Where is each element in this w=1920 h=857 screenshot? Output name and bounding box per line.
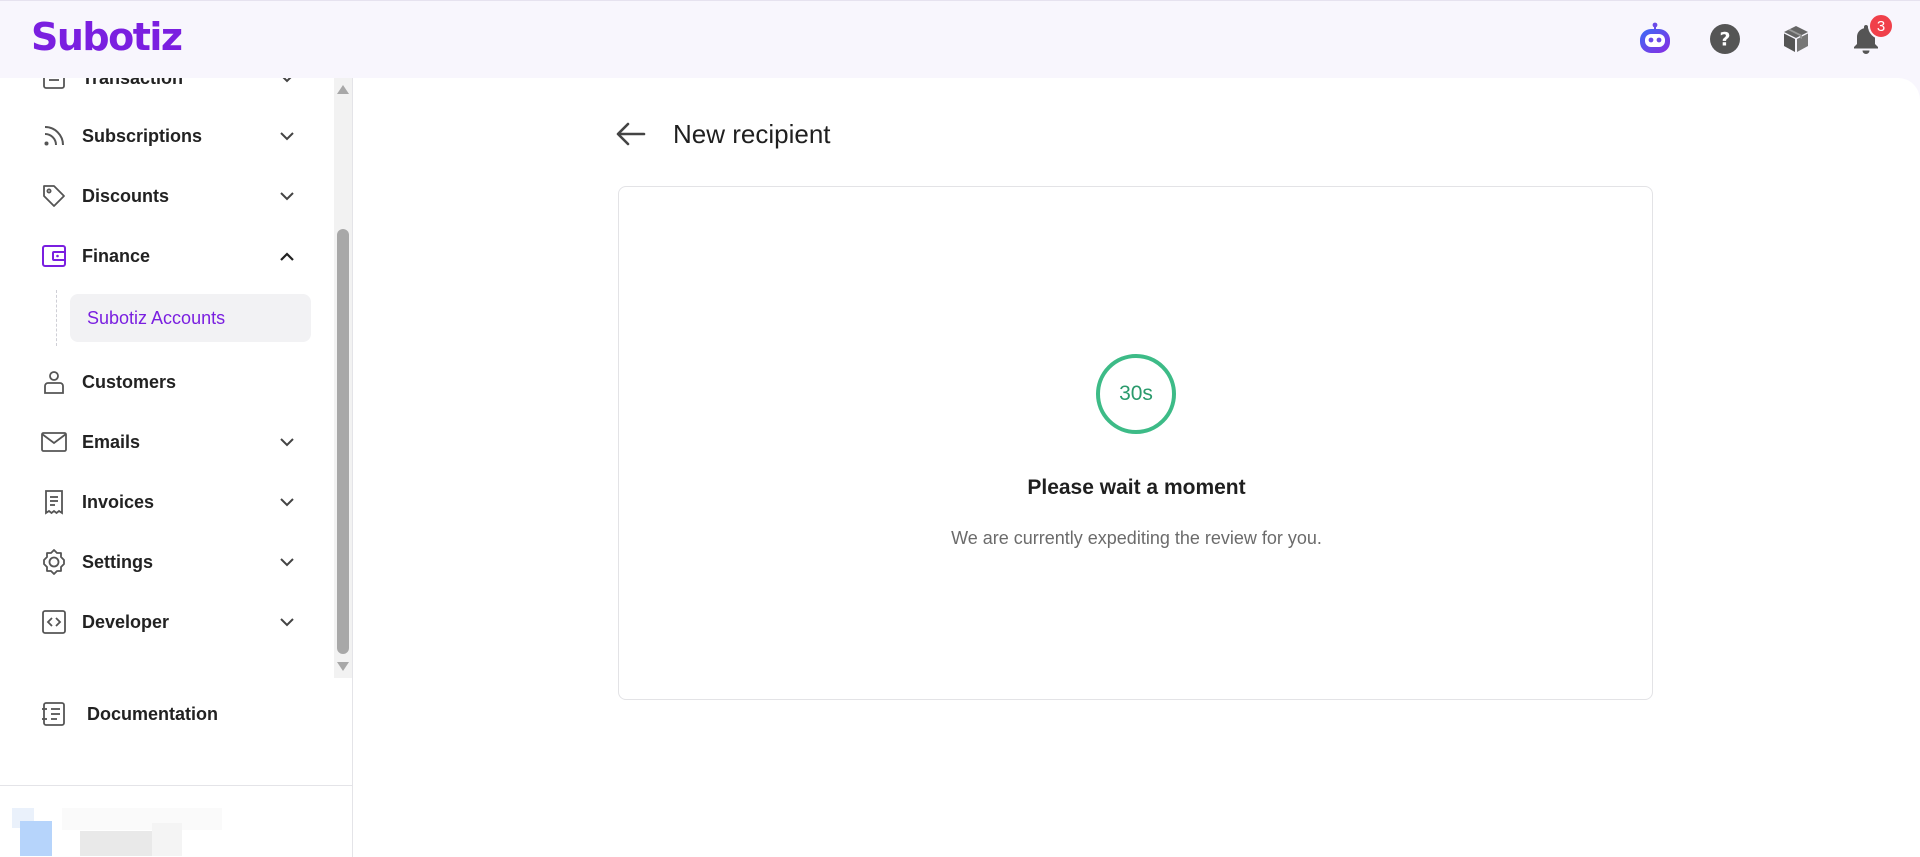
sidebar-item-subscriptions[interactable]: Subscriptions (0, 112, 330, 160)
sidebar-scrollbar[interactable] (334, 78, 352, 678)
sidebar-item-label: Emails (82, 431, 141, 452)
wait-description: We are currently expediting the review f… (951, 528, 1322, 548)
wait-title: Please wait a moment (1027, 476, 1246, 499)
sidebar-divider (0, 785, 352, 786)
sidebar-subitem-subotiz-accounts[interactable]: Subotiz Accounts (70, 294, 311, 342)
chevron-down-icon (278, 553, 296, 571)
sidebar-item-label: Developer (82, 611, 170, 632)
sidebar-item-label: Discounts (82, 185, 170, 206)
review-status-card: 30s Please wait a moment We are currentl… (618, 186, 1653, 700)
chevron-up-icon (278, 247, 296, 265)
page-title: New recipient (673, 119, 831, 149)
sidebar-item-developer[interactable]: Developer (0, 598, 330, 646)
scrollbar-thumb[interactable] (337, 229, 349, 654)
help-icon[interactable]: ? (1707, 21, 1743, 57)
sidebar-item-label: Finance (82, 245, 151, 266)
chevron-down-icon (278, 493, 296, 511)
sidebar-item-label: Documentation (87, 703, 219, 724)
sidebar-item-settings[interactable]: Settings (0, 538, 330, 586)
wallet-icon (40, 242, 68, 270)
chevron-down-icon (278, 127, 296, 145)
chevron-down-icon (278, 613, 296, 631)
docs-icon (40, 700, 68, 728)
sidebar-item-label: Subscriptions (82, 125, 203, 146)
svg-text:?: ? (1719, 29, 1730, 51)
sidebar-item-label: Customers (82, 371, 177, 392)
tag-icon (40, 182, 68, 210)
transaction-icon (40, 78, 68, 92)
chevron-down-icon (278, 433, 296, 451)
bell-icon[interactable]: 3 (1848, 13, 1894, 57)
scroll-down-arrow[interactable] (337, 662, 349, 671)
sidebar-item-emails[interactable]: Emails (0, 418, 330, 466)
code-icon (40, 608, 68, 636)
sidebar-item-transaction[interactable]: Transaction (0, 78, 330, 102)
countdown-timer: 30s (1096, 354, 1176, 434)
brand-logo[interactable]: Subotiz (31, 15, 183, 59)
user-icon (40, 368, 68, 396)
account-avatar-blurred[interactable] (12, 798, 222, 856)
back-arrow-button[interactable] (615, 118, 647, 150)
sidebar-item-invoices[interactable]: Invoices (0, 478, 330, 526)
gear-icon (40, 548, 68, 576)
sidebar-item-discounts[interactable]: Discounts (0, 172, 330, 220)
sidebar-item-label: Settings (82, 551, 154, 572)
chevron-down-icon (278, 187, 296, 205)
submenu-guide-line (56, 290, 57, 346)
sidebar-item-finance[interactable]: Finance (0, 232, 330, 280)
chevron-down-icon (278, 78, 296, 87)
notification-badge: 3 (1868, 13, 1894, 39)
sidebar-item-documentation[interactable]: Documentation (0, 690, 330, 738)
assistant-bot-icon[interactable] (1637, 21, 1673, 57)
arrow-left-icon (616, 122, 646, 146)
sidebar-item-customers[interactable]: Customers (0, 358, 330, 406)
top-bar: Subotiz ? 3 (0, 0, 1920, 78)
scroll-up-arrow[interactable] (337, 85, 349, 94)
sidebar-item-label: Invoices (82, 491, 155, 512)
rss-icon (40, 122, 68, 150)
package-icon[interactable] (1778, 21, 1814, 57)
main-content: New recipient 30s Please wait a moment W… (353, 78, 1920, 857)
sidebar: Transaction Subscriptions (0, 78, 353, 857)
sidebar-nav: Transaction Subscriptions (0, 78, 330, 678)
receipt-icon (40, 488, 68, 516)
mail-icon (40, 428, 68, 456)
sidebar-item-label: Transaction (82, 78, 183, 89)
